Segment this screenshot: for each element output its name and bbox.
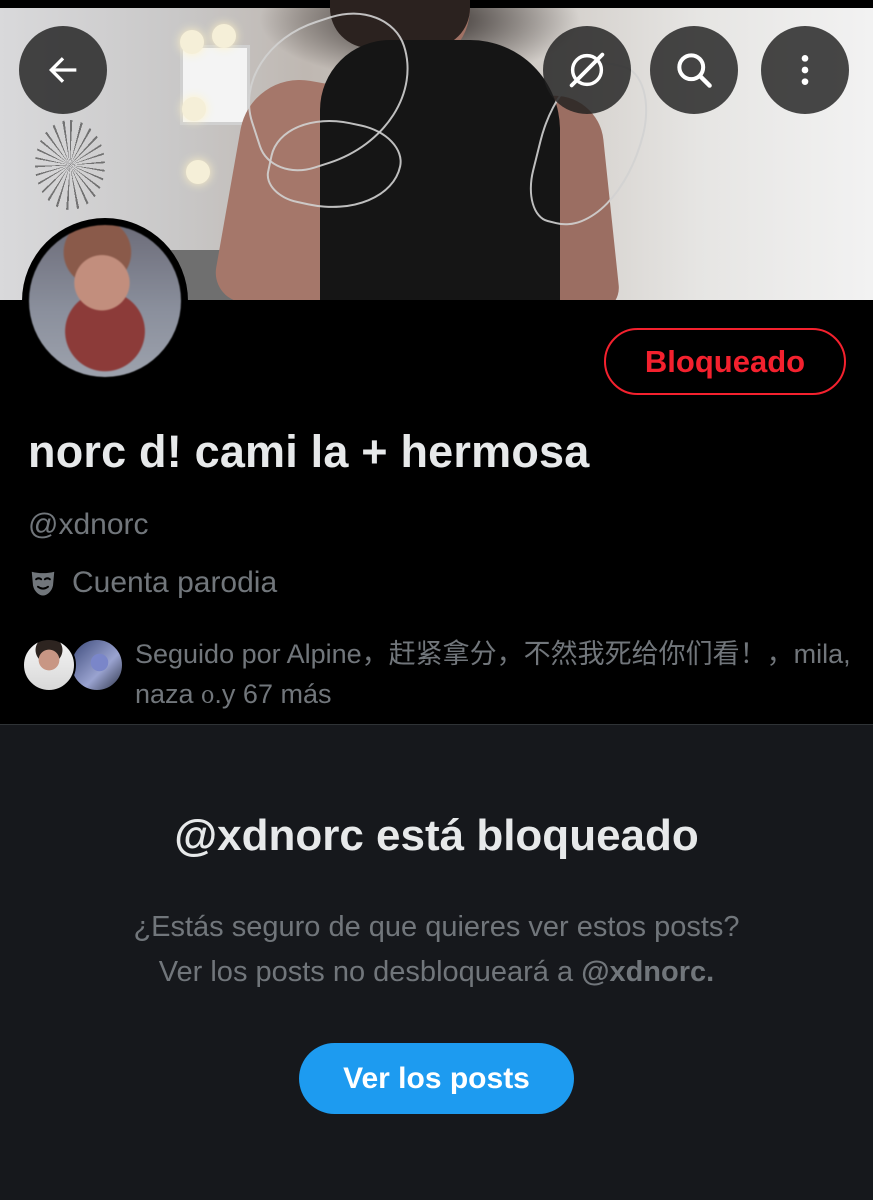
grok-button[interactable]: [543, 26, 631, 114]
view-posts-button[interactable]: Ver los posts: [299, 1043, 574, 1114]
vanity-bulb: [182, 97, 206, 121]
vanity-bulb: [186, 160, 210, 184]
wall-decoration: [35, 120, 105, 210]
search-button[interactable]: [650, 26, 738, 114]
avatar-image: [29, 225, 181, 377]
follower-avatar: [70, 638, 124, 692]
back-button[interactable]: [19, 26, 107, 114]
blocked-line2-prefix: Ver los posts no desbloqueará a: [158, 956, 582, 988]
vanity-bulb: [212, 24, 236, 48]
parody-label-text: Cuenta parodia: [72, 566, 278, 599]
display-name: norc d! cami la + hermosa: [28, 426, 590, 477]
blocked-button[interactable]: Bloqueado: [604, 328, 846, 395]
vertical-ellipsis-icon: [801, 55, 809, 85]
followed-by-row[interactable]: Seguido por Alpine，赶紧拿分，不然我死给你们看！，mila, …: [22, 634, 862, 709]
more-options-button[interactable]: [761, 26, 849, 114]
arrow-left-icon: [49, 57, 77, 83]
search-icon: [677, 53, 712, 88]
blocked-description-line2: Ver los posts no desbloqueará a @xdnorc.: [60, 950, 813, 995]
grok-icon: [569, 52, 605, 88]
theater-mask-icon: [31, 571, 55, 596]
vanity-bulb: [180, 30, 204, 54]
user-handle: @xdnorc: [28, 508, 149, 541]
blocked-description-line1: ¿Estás seguro de que quieres ver estos p…: [133, 911, 740, 943]
blocked-notice: @xdnorc está bloqueado ¿Estás seguro de …: [0, 724, 873, 1200]
profile-avatar[interactable]: [22, 218, 188, 384]
followed-by-text: Seguido por Alpine，赶紧拿分，不然我死给你们看！，mila, …: [135, 639, 851, 709]
blocked-line2-handle: @xdnorc.: [581, 956, 715, 988]
blocked-title: @xdnorc está bloqueado: [174, 811, 699, 860]
follower-avatar: [22, 638, 76, 692]
blocked-description: ¿Estás seguro de que quieres ver estos p…: [60, 905, 813, 995]
parody-account-label: Cuenta parodia: [28, 566, 277, 600]
profile-page: Bloqueado norc d! cami la + hermosa @xdn…: [0, 0, 873, 1200]
